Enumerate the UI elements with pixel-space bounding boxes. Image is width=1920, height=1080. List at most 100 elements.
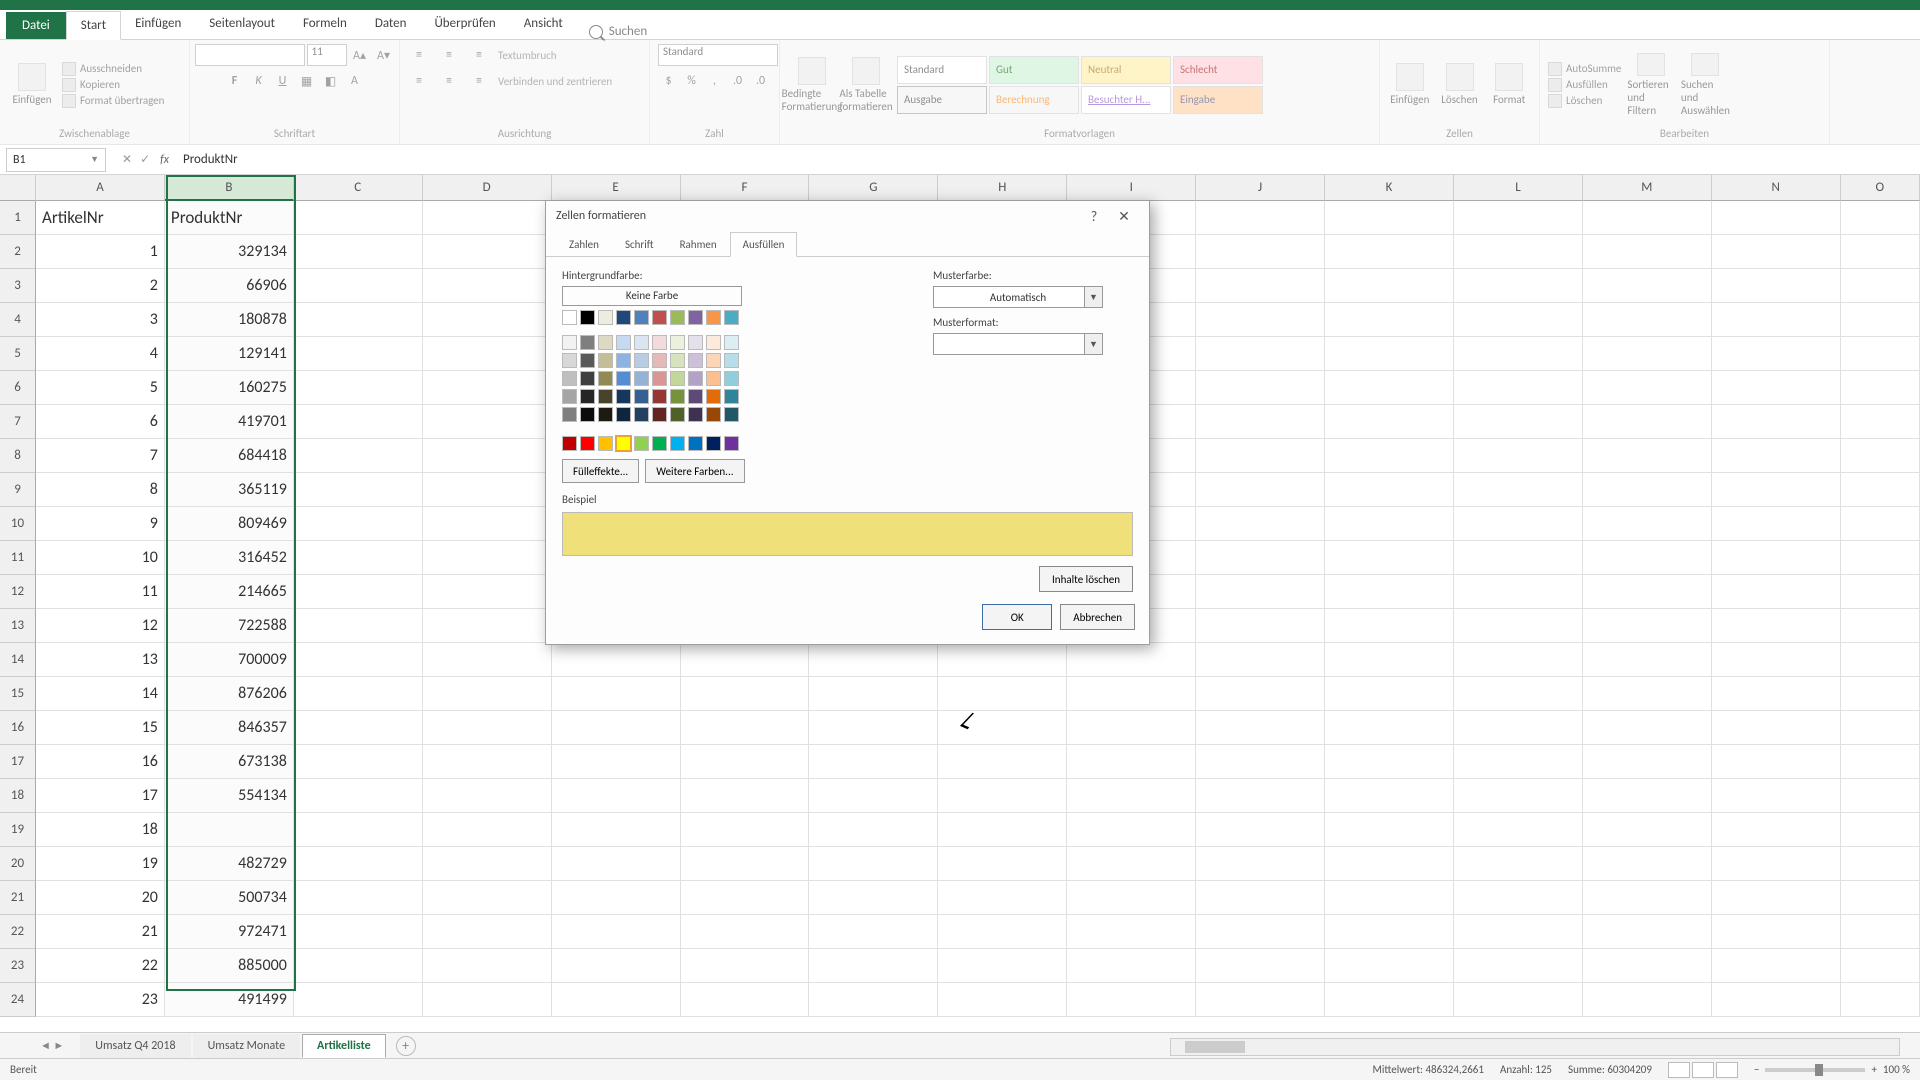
cell[interactable] [1841,303,1920,337]
color-swatch[interactable] [634,407,649,422]
name-box[interactable]: B1▼ [6,148,106,172]
cell[interactable]: 9 [36,507,165,541]
cell[interactable] [1325,541,1454,575]
cell[interactable] [1067,779,1196,813]
cell[interactable] [1325,235,1454,269]
cell[interactable] [1841,473,1920,507]
cell[interactable] [1454,915,1583,949]
cell[interactable] [1196,269,1325,303]
italic-button[interactable]: K [248,70,270,92]
cell[interactable] [1325,473,1454,507]
cell[interactable] [294,541,423,575]
color-swatch[interactable] [616,335,631,350]
cell[interactable] [1841,541,1920,575]
cell[interactable]: 876206 [165,677,294,711]
cell[interactable] [552,711,681,745]
column-header-B[interactable]: B [165,175,294,201]
color-swatch[interactable] [634,371,649,386]
font-color-button[interactable]: A [344,70,366,92]
color-swatch[interactable] [652,335,667,350]
cell[interactable] [1583,473,1712,507]
cell[interactable] [1325,677,1454,711]
cell-style-ausgabe[interactable]: Ausgabe [897,86,987,114]
cell[interactable]: 700009 [165,643,294,677]
cell[interactable] [1841,881,1920,915]
cell[interactable] [1712,711,1841,745]
cell[interactable] [809,813,938,847]
row-header[interactable]: 15 [0,677,36,711]
ribbon-tab-einfügen[interactable]: Einfügen [121,10,195,39]
dialog-tab-zahlen[interactable]: Zahlen [556,232,612,257]
cell[interactable] [423,371,552,405]
fill-effects-button[interactable]: Fülleffekte... [562,459,639,483]
cell[interactable] [1841,813,1920,847]
align-mid-button[interactable]: ≡ [438,44,460,66]
color-swatch[interactable] [670,389,685,404]
color-swatch[interactable] [562,353,577,368]
pattern-color-select[interactable]: Automatisch▼ [933,286,1103,308]
cell[interactable] [1841,677,1920,711]
cell[interactable] [1325,507,1454,541]
column-header-C[interactable]: C [294,175,423,201]
cell[interactable] [1454,813,1583,847]
font-family-select[interactable] [195,44,305,66]
fill-color-button[interactable]: ◧ [320,70,342,92]
column-header-O[interactable]: O [1841,175,1920,201]
file-tab[interactable]: Datei [6,12,66,39]
cell[interactable] [1454,643,1583,677]
ribbon-tab-formeln[interactable]: Formeln [289,10,361,39]
cell[interactable] [423,983,552,1017]
cell[interactable] [1196,337,1325,371]
color-swatch[interactable] [688,310,703,325]
color-swatch[interactable] [652,371,667,386]
row-header[interactable]: 6 [0,371,36,405]
conditional-formatting-button[interactable]: Bedingte Formatierung [788,53,836,117]
row-header[interactable]: 2 [0,235,36,269]
row-header[interactable]: 5 [0,337,36,371]
cell[interactable]: 365119 [165,473,294,507]
cell[interactable] [1454,779,1583,813]
color-swatch[interactable] [598,353,613,368]
color-swatch[interactable] [598,407,613,422]
cell[interactable] [294,507,423,541]
inc-decimal-button[interactable]: .0 [727,70,748,92]
cell[interactable] [1196,881,1325,915]
cell[interactable] [1196,643,1325,677]
ribbon-tab-seitenlayout[interactable]: Seitenlayout [195,10,289,39]
cell[interactable] [1841,507,1920,541]
cell[interactable] [938,711,1067,745]
cell[interactable] [1712,269,1841,303]
cell[interactable] [1325,609,1454,643]
cell[interactable] [1841,405,1920,439]
merge-center-button[interactable]: Verbinden und zentrieren [498,75,612,88]
autosum-button[interactable]: AutoSumme [1548,62,1621,76]
dialog-help-button[interactable]: ? [1079,208,1109,225]
cell[interactable] [1454,847,1583,881]
cell[interactable] [809,983,938,1017]
cell[interactable]: 419701 [165,405,294,439]
dialog-tab-rahmen[interactable]: Rahmen [667,232,730,257]
decrease-font-button[interactable]: A▾ [373,44,395,66]
color-swatch[interactable] [706,371,721,386]
percent-button[interactable]: % [681,70,702,92]
color-swatch[interactable] [562,310,577,325]
cell[interactable] [1454,303,1583,337]
cell[interactable] [681,915,810,949]
row-header[interactable]: 12 [0,575,36,609]
cell[interactable]: 5 [36,371,165,405]
color-swatch[interactable] [670,310,685,325]
column-header-K[interactable]: K [1325,175,1454,201]
color-swatch[interactable] [580,407,595,422]
dialog-tab-ausfüllen[interactable]: Ausfüllen [730,232,798,257]
dialog-tab-schrift[interactable]: Schrift [612,232,667,257]
color-swatch[interactable] [688,371,703,386]
cell[interactable]: 6 [36,405,165,439]
cell[interactable] [1841,643,1920,677]
color-swatch[interactable] [562,335,577,350]
cell[interactable] [552,745,681,779]
cell[interactable]: 13 [36,643,165,677]
cell[interactable] [938,813,1067,847]
color-swatch[interactable] [724,436,739,451]
cell[interactable] [1454,983,1583,1017]
cell[interactable] [423,677,552,711]
